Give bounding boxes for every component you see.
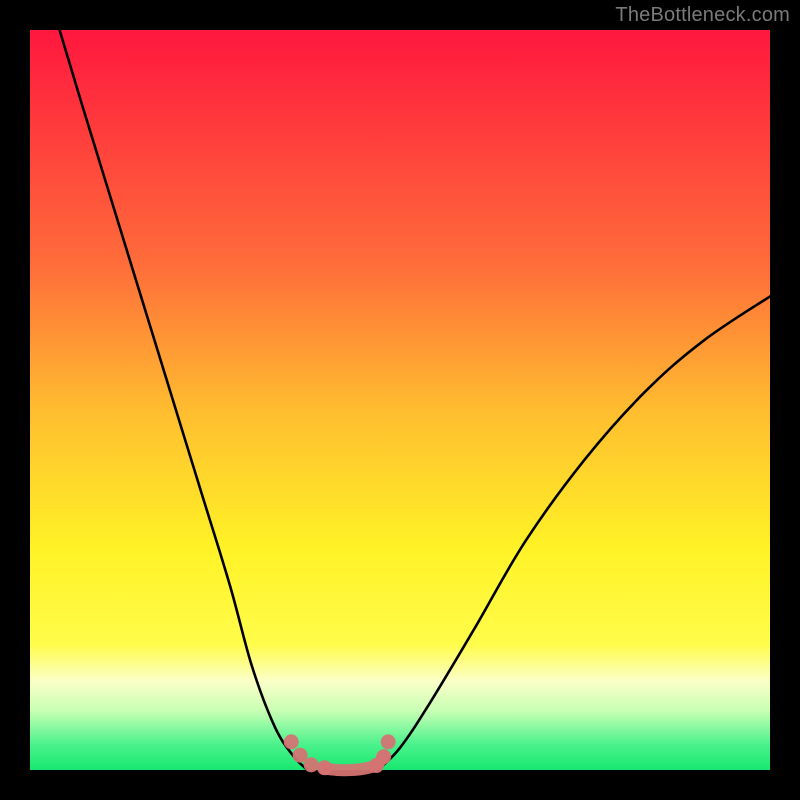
pink-dot	[284, 734, 299, 749]
pink-dot	[381, 734, 396, 749]
bottleneck-chart	[0, 0, 800, 800]
pink-dot	[317, 760, 332, 775]
pink-dot	[376, 749, 391, 764]
watermark-text: TheBottleneck.com	[615, 4, 790, 27]
plot-background	[30, 30, 770, 770]
chart-stage: TheBottleneck.com	[0, 0, 800, 800]
pink-dot	[304, 757, 319, 772]
